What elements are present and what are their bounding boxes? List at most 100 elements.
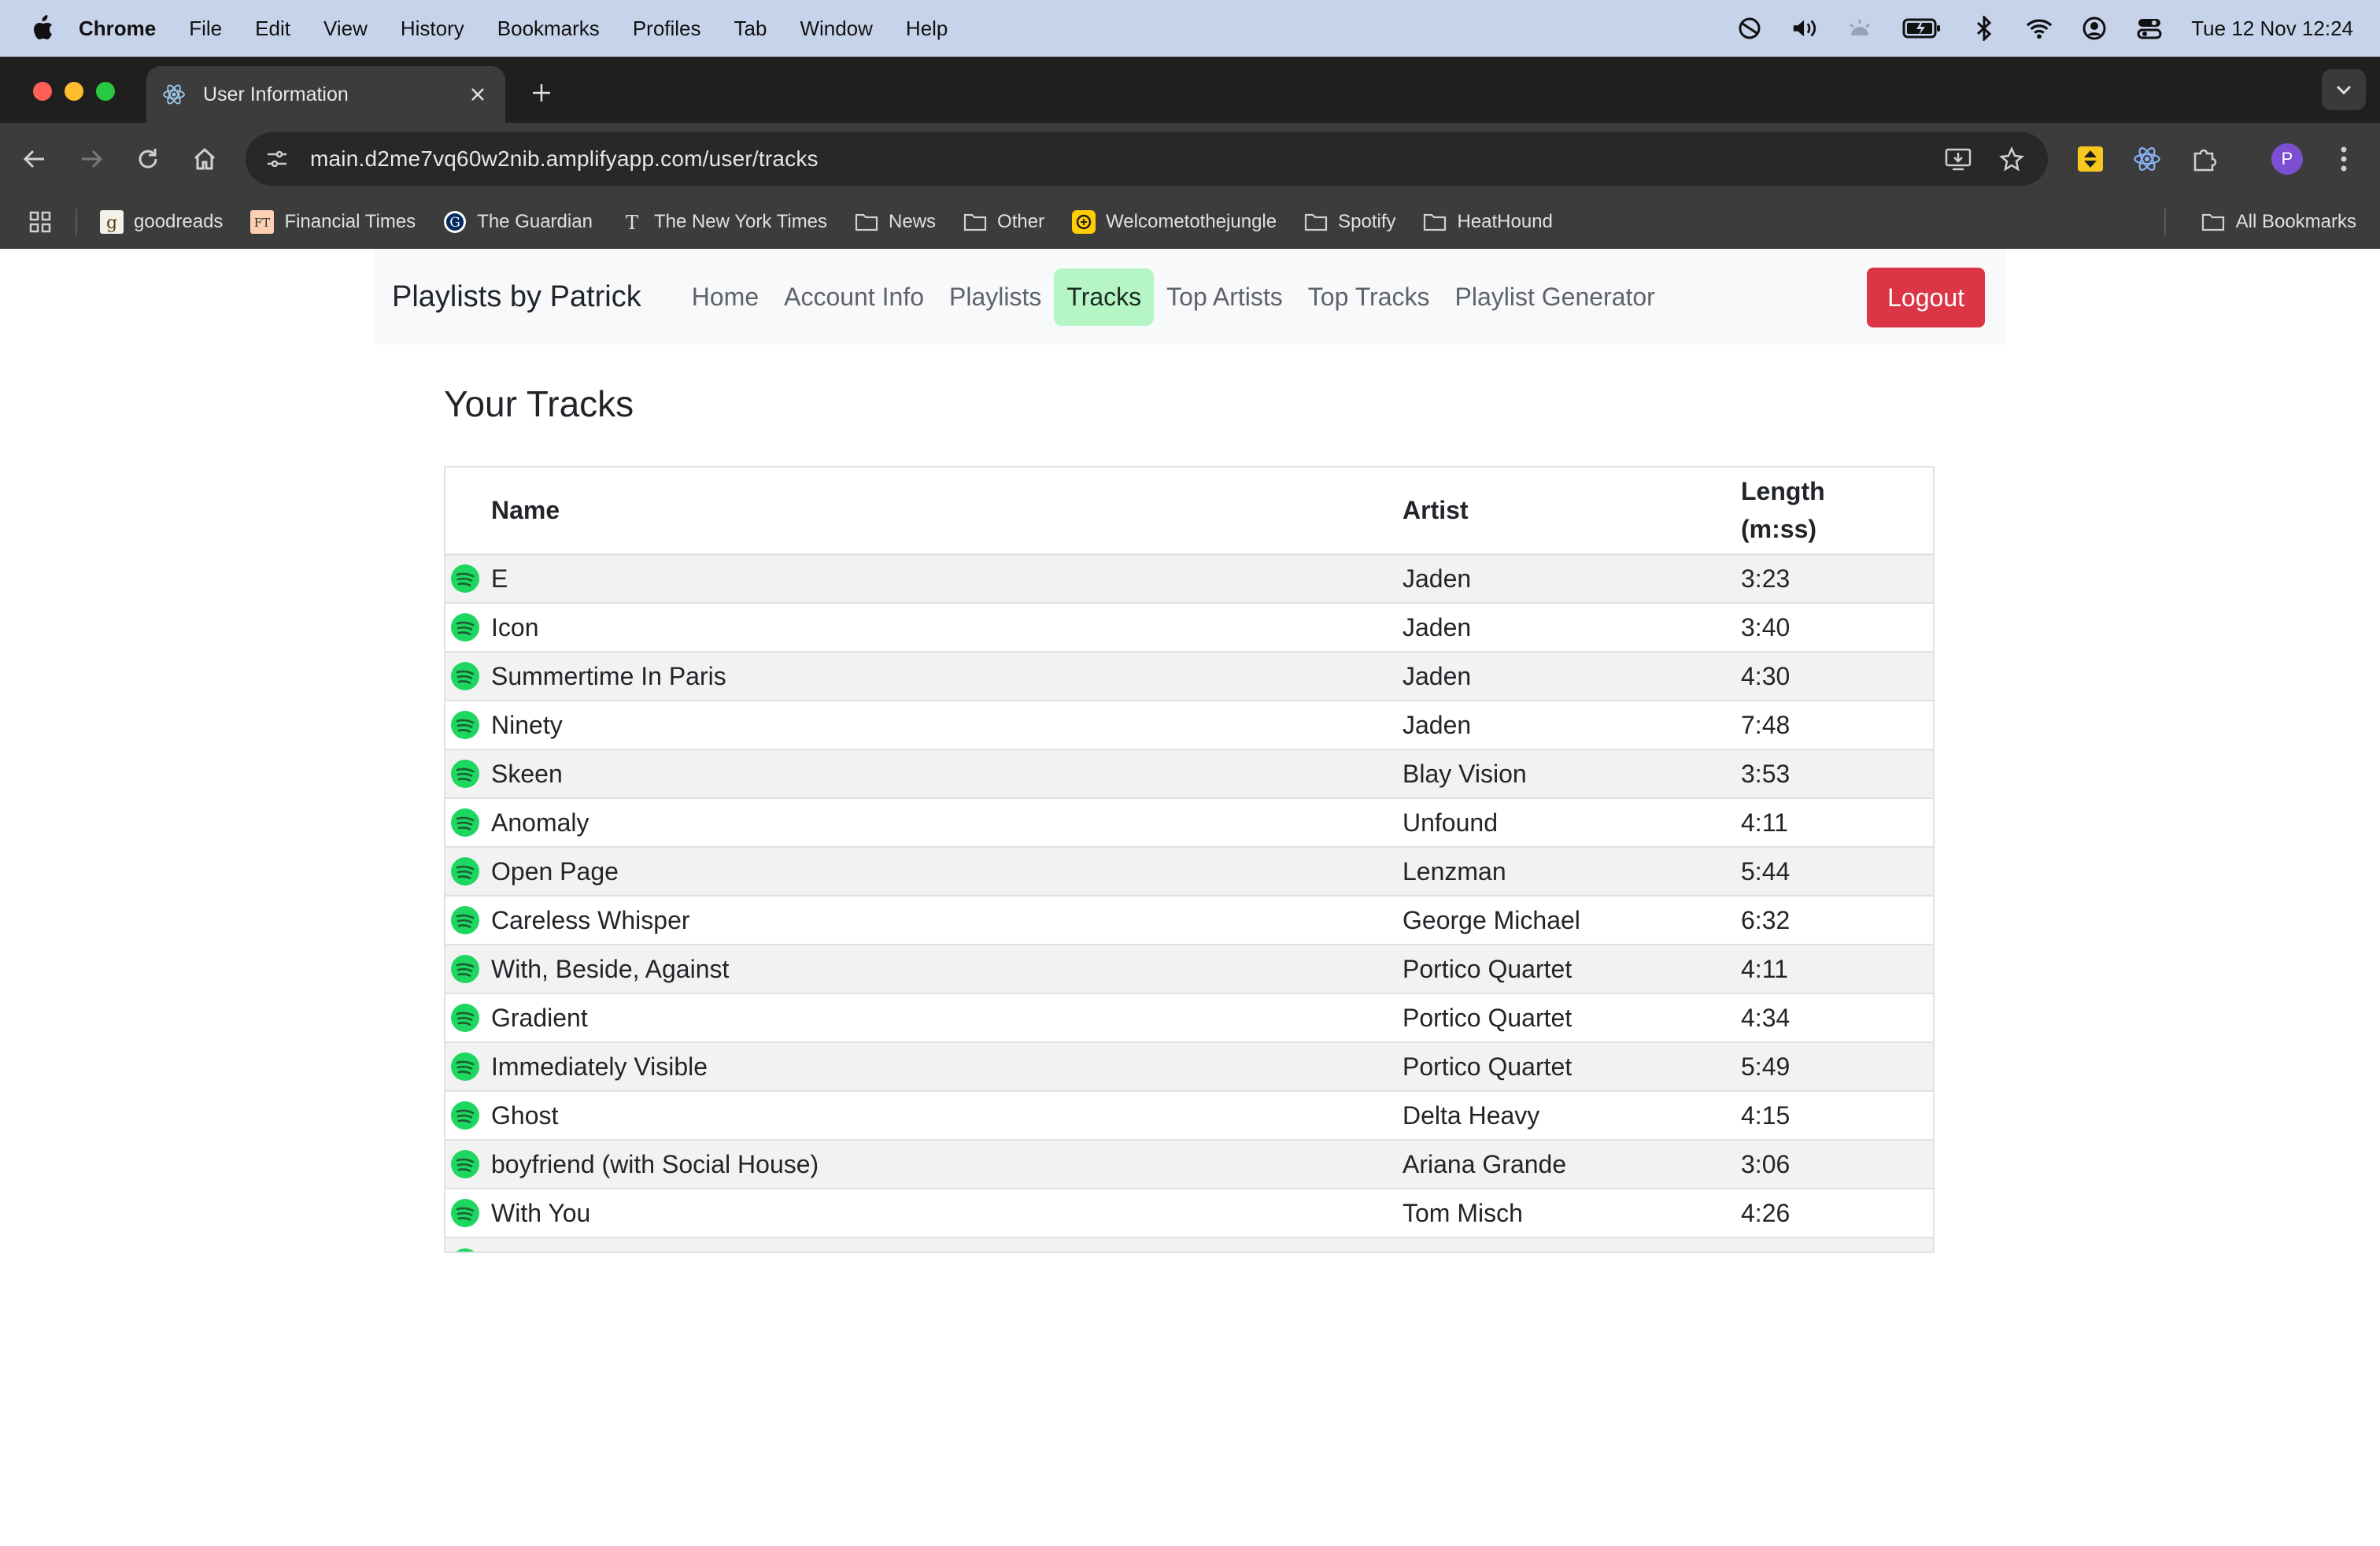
nav-link-account-info[interactable]: Account Info (771, 268, 937, 326)
spotify-icon[interactable] (450, 1248, 491, 1252)
track-name: With, Beside, Against (491, 944, 1402, 993)
menu-tab[interactable]: Tab (734, 17, 767, 41)
reload-icon[interactable] (131, 142, 165, 176)
nav-link-home[interactable]: Home (679, 268, 771, 326)
chrome-menu-icon[interactable] (2325, 140, 2363, 178)
bookmark-folder-news[interactable]: News (854, 209, 936, 235)
table-row[interactable] (445, 1237, 1933, 1252)
react-devtools-icon[interactable] (2128, 140, 2166, 178)
new-tab-icon[interactable] (526, 77, 557, 109)
spotify-icon[interactable] (450, 808, 491, 838)
profile-avatar[interactable]: P (2271, 143, 2303, 175)
tracks-table-container[interactable]: Name Artist Length (m:ss) E Jaden 3:23 Icon… (444, 466, 1935, 1253)
spotify-icon[interactable] (450, 954, 491, 984)
bookmark-goodreads[interactable]: g goodreads (99, 209, 223, 235)
logout-button[interactable]: Logout (1867, 268, 1985, 327)
nav-link-tracks[interactable]: Tracks (1054, 268, 1155, 326)
volume-icon[interactable] (1791, 15, 1818, 42)
table-row[interactable]: Ninety Jaden 7:48 (445, 700, 1933, 749)
spotify-icon[interactable] (450, 1003, 491, 1033)
menu-bookmarks[interactable]: Bookmarks (497, 17, 600, 41)
install-app-icon[interactable] (1942, 143, 1974, 175)
bookmark-folder-other[interactable]: Other (963, 209, 1044, 235)
site-settings-icon[interactable] (261, 143, 293, 175)
zoom-window-button[interactable] (96, 82, 115, 101)
spotify-icon[interactable] (450, 1149, 491, 1179)
track-length: 7:48 (1741, 700, 1933, 749)
user-account-icon[interactable] (2081, 15, 2108, 42)
bookmark-label: HeatHound (1457, 210, 1553, 232)
table-row[interactable]: Summertime In Paris Jaden 4:30 (445, 651, 1933, 701)
focus-icon[interactable] (1736, 15, 1763, 42)
close-tab-icon[interactable] (466, 83, 490, 106)
table-row[interactable]: Open Page Lenzman 5:44 (445, 846, 1933, 896)
spotify-icon[interactable] (450, 1100, 491, 1130)
url-text[interactable]: main.d2me7vq60w2nib.amplifyapp.com/user/… (310, 146, 819, 172)
spotify-icon[interactable] (450, 856, 491, 886)
spotify-icon[interactable] (450, 1198, 491, 1228)
apple-icon[interactable] (31, 15, 55, 42)
close-window-button[interactable] (33, 82, 52, 101)
track-name: With You (491, 1188, 1402, 1237)
battery-icon[interactable] (1901, 15, 1942, 42)
site-brand[interactable]: Playlists by Patrick (392, 280, 641, 314)
nav-link-playlists[interactable]: Playlists (937, 268, 1054, 326)
table-row[interactable]: Anomaly Unfound 4:11 (445, 797, 1933, 847)
bookmark-star-icon[interactable] (1996, 143, 2027, 175)
menu-history[interactable]: History (401, 17, 464, 41)
table-row[interactable]: E Jaden 3:23 (445, 553, 1933, 603)
table-row[interactable]: With You Tom Misch 4:26 (445, 1188, 1933, 1237)
spotify-icon[interactable] (450, 564, 491, 594)
minimize-window-button[interactable] (65, 82, 83, 101)
table-row[interactable]: Icon Jaden 3:40 (445, 602, 1933, 652)
table-row[interactable]: Ghost Delta Heavy 4:15 (445, 1090, 1933, 1140)
spotify-icon[interactable] (450, 905, 491, 935)
bluetooth-icon[interactable] (1971, 15, 1998, 42)
apps-grid-icon[interactable] (27, 209, 54, 235)
menu-file[interactable]: File (189, 17, 222, 41)
nav-link-top-artists[interactable]: Top Artists (1154, 268, 1295, 326)
bookmark-folder-heathound[interactable]: HeatHound (1422, 209, 1553, 235)
table-row[interactable]: Careless Whisper George Michael 6:32 (445, 895, 1933, 945)
spotify-icon[interactable] (450, 759, 491, 789)
table-row[interactable]: boyfriend (with Social House) Ariana Gran… (445, 1139, 1933, 1189)
address-bar[interactable]: main.d2me7vq60w2nib.amplifyapp.com/user/… (246, 132, 2048, 186)
extension-yellow-icon[interactable] (2071, 140, 2109, 178)
spotify-icon[interactable] (450, 612, 491, 642)
browser-tab-active[interactable]: User Information (146, 66, 505, 123)
tab-search-icon[interactable] (2322, 69, 2366, 110)
bookmark-the-guardian[interactable]: G The Guardian (442, 209, 593, 235)
bookmark-new-york-times[interactable]: T The New York Times (619, 209, 827, 235)
table-row[interactable]: Skeen Blay Vision 3:53 (445, 749, 1933, 798)
spotify-icon[interactable] (450, 1052, 491, 1082)
spotify-icon[interactable] (450, 661, 491, 691)
menubar-clock[interactable]: Tue 12 Nov 12:24 (2191, 17, 2353, 41)
menu-app-name[interactable]: Chrome (79, 17, 156, 41)
all-bookmarks-button[interactable]: All Bookmarks (2201, 195, 2356, 249)
control-center-icon[interactable] (2136, 15, 2163, 42)
forward-icon[interactable] (74, 142, 109, 176)
table-row[interactable]: Immediately Visible Portico Quartet 5:49 (445, 1041, 1933, 1091)
back-icon[interactable] (17, 142, 52, 176)
track-length: 3:53 (1741, 749, 1933, 798)
track-length: 4:26 (1741, 1188, 1933, 1237)
menu-help[interactable]: Help (906, 17, 948, 41)
brightness-icon[interactable] (1846, 15, 1873, 42)
nav-link-top-tracks[interactable]: Top Tracks (1295, 268, 1443, 326)
wifi-icon[interactable] (2026, 15, 2053, 42)
extensions-puzzle-icon[interactable] (2185, 140, 2223, 178)
home-icon[interactable] (187, 142, 222, 176)
folder-icon (2201, 209, 2227, 235)
menu-profiles[interactable]: Profiles (633, 17, 701, 41)
track-name: Ghost (491, 1090, 1402, 1140)
bookmark-folder-spotify[interactable]: Spotify (1303, 209, 1395, 235)
bookmark-welcometothejungle[interactable]: Welcometothejungle (1071, 209, 1277, 235)
table-row[interactable]: With, Beside, Against Portico Quartet 4:11 (445, 944, 1933, 993)
menu-window[interactable]: Window (800, 17, 872, 41)
spotify-icon[interactable] (450, 710, 491, 740)
menu-edit[interactable]: Edit (255, 17, 290, 41)
menu-view[interactable]: View (323, 17, 368, 41)
bookmark-financial-times[interactable]: FT Financial Times (249, 209, 416, 235)
table-row[interactable]: Gradient Portico Quartet 4:34 (445, 993, 1933, 1042)
nav-link-playlist-generator[interactable]: Playlist Generator (1443, 268, 1668, 326)
